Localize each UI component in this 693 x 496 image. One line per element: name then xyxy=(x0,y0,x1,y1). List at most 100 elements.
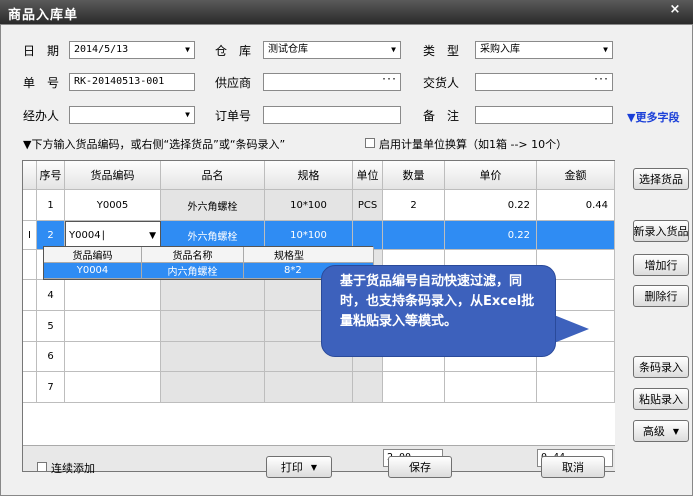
row-no: 7 xyxy=(37,372,65,403)
type-label: 类 型 xyxy=(423,44,460,58)
amount-cell[interactable] xyxy=(537,372,615,403)
col-header: 序号 xyxy=(37,161,65,190)
price-cell[interactable]: 0.22 xyxy=(445,221,537,250)
callout-bubble: 基于货品编号自动快速过滤，同时，也支持条码录入，从Excel批量粘贴录入等模式。 xyxy=(321,265,556,357)
price-cell[interactable]: 0.22 xyxy=(445,190,537,221)
row-indicator xyxy=(23,342,37,372)
supplier-label: 供应商 xyxy=(215,76,252,90)
row-indicator xyxy=(23,190,37,221)
date-label: 日 期 xyxy=(23,44,60,58)
orderno-label: 订单号 xyxy=(215,109,252,123)
drop-col-header: 规格型 xyxy=(244,247,374,263)
save-button[interactable]: 保存 xyxy=(388,456,452,478)
col-header: 单价 xyxy=(445,161,537,190)
name-cell xyxy=(161,342,265,372)
warehouse-label: 仓 库 xyxy=(215,44,252,58)
warehouse-select[interactable]: 测试仓库 ▼ xyxy=(263,41,401,59)
name-cell: 外六角螺栓 xyxy=(161,190,265,221)
name-cell xyxy=(161,280,265,311)
chevron-down-icon[interactable]: ▼ xyxy=(391,42,396,58)
drop-option-code[interactable]: Y0004 xyxy=(44,263,142,279)
docno-field[interactable]: RK-20140513-001 xyxy=(69,73,195,91)
more-fields-link[interactable]: ▼更多字段 xyxy=(627,109,679,125)
cancel-button[interactable]: 取消 xyxy=(541,456,605,478)
unit-convert-label: 启用计量单位换算（如1箱 --> 10个） xyxy=(379,138,568,151)
amount-cell[interactable]: 0.44 xyxy=(537,190,615,221)
unit-cell: PCS xyxy=(353,190,383,221)
col-header: 品名 xyxy=(161,161,265,190)
code-input-value: Y0004 xyxy=(69,230,101,241)
date-field[interactable]: 2014/5/13 ▼ xyxy=(69,41,195,59)
name-cell xyxy=(161,311,265,342)
code-cell[interactable] xyxy=(65,280,161,311)
col-header: 规格 xyxy=(265,161,353,190)
unit-cell xyxy=(353,372,383,403)
docno-label: 单 号 xyxy=(23,76,60,90)
code-cell[interactable] xyxy=(65,311,161,342)
title-bar: 商品入库单 × xyxy=(0,0,693,24)
remark-label: 备 注 xyxy=(423,109,460,123)
add-row-button[interactable]: 增加行 xyxy=(633,254,689,276)
advanced-button[interactable]: 高级 ▼ xyxy=(633,420,689,442)
row-no: 4 xyxy=(37,280,65,311)
remark-field[interactable] xyxy=(475,106,613,124)
col-header: 货品编码 xyxy=(65,161,161,190)
row-no: 1 xyxy=(37,190,65,221)
drop-option-name[interactable]: 内六角螺栓 xyxy=(142,263,244,279)
supplier-field[interactable]: ··· xyxy=(263,73,401,91)
row-no: 5 xyxy=(37,311,65,342)
code-cell[interactable]: Y0005 xyxy=(65,190,161,221)
price-cell[interactable] xyxy=(445,372,537,403)
qty-cell[interactable] xyxy=(383,221,445,250)
operator-label: 经办人 xyxy=(23,109,60,123)
window-title: 商品入库单 xyxy=(8,8,79,23)
row-indicator: I xyxy=(23,221,37,250)
ellipsis-icon[interactable]: ··· xyxy=(593,74,609,88)
paste-entry-button[interactable]: 粘贴录入 xyxy=(633,388,689,410)
form-body: 日 期 2014/5/13 ▼ 仓 库 测试仓库 ▼ 类 型 采购入库 ▼ 单 号 R… xyxy=(0,24,693,496)
handler-label: 交货人 xyxy=(423,76,460,90)
ellipsis-icon[interactable]: ··· xyxy=(381,74,397,88)
print-button[interactable]: 打印 ▼ xyxy=(266,456,332,478)
col-header: 数量 xyxy=(383,161,445,190)
grid-corner xyxy=(23,161,37,190)
code-cell[interactable] xyxy=(65,372,161,403)
chevron-down-icon[interactable]: ▼ xyxy=(149,231,156,241)
chevron-down-icon[interactable]: ▼ xyxy=(603,42,608,58)
amount-cell[interactable] xyxy=(537,221,615,250)
delete-row-button[interactable]: 删除行 xyxy=(633,285,689,307)
row-indicator xyxy=(23,250,37,280)
close-icon[interactable]: × xyxy=(663,2,687,20)
qty-cell[interactable] xyxy=(383,372,445,403)
chevron-down-icon[interactable]: ▼ xyxy=(185,42,190,58)
spec-cell: 10*100 xyxy=(265,190,353,221)
chevron-down-icon: ▼ xyxy=(672,426,680,436)
entry-tip: ▼下方输入货品编码，或右侧“选择货品”或“条码录入” xyxy=(23,138,286,151)
qty-cell[interactable]: 2 xyxy=(383,190,445,221)
col-header: 金额 xyxy=(537,161,615,190)
barcode-entry-button[interactable]: 条码录入 xyxy=(633,356,689,378)
row-indicator xyxy=(23,372,37,403)
row-no: 6 xyxy=(37,342,65,372)
new-goods-button[interactable]: 新录入货品 xyxy=(633,220,689,242)
orderno-field[interactable] xyxy=(263,106,401,124)
print-label: 打印 xyxy=(280,461,303,474)
row-indicator xyxy=(23,280,37,311)
unit-convert-checkbox[interactable] xyxy=(365,138,375,148)
type-select[interactable]: 采购入库 ▼ xyxy=(475,41,613,59)
advanced-label: 高级 xyxy=(642,425,665,438)
name-cell xyxy=(161,372,265,403)
row-indicator xyxy=(23,311,37,342)
spec-cell xyxy=(265,372,353,403)
drop-col-header: 货品名称 xyxy=(142,247,244,263)
select-goods-button[interactable]: 选择货品 xyxy=(633,168,689,190)
col-header: 单位 xyxy=(353,161,383,190)
operator-select[interactable]: ▼ xyxy=(69,106,195,124)
handler-field[interactable]: ··· xyxy=(475,73,613,91)
chevron-down-icon[interactable]: ▼ xyxy=(185,107,190,123)
continuous-add-label: 连续添加 xyxy=(51,462,95,475)
continuous-add-checkbox[interactable] xyxy=(37,462,47,472)
drop-col-header: 货品编码 xyxy=(44,247,142,263)
code-cell[interactable] xyxy=(65,342,161,372)
grid-empty-area xyxy=(23,403,615,445)
